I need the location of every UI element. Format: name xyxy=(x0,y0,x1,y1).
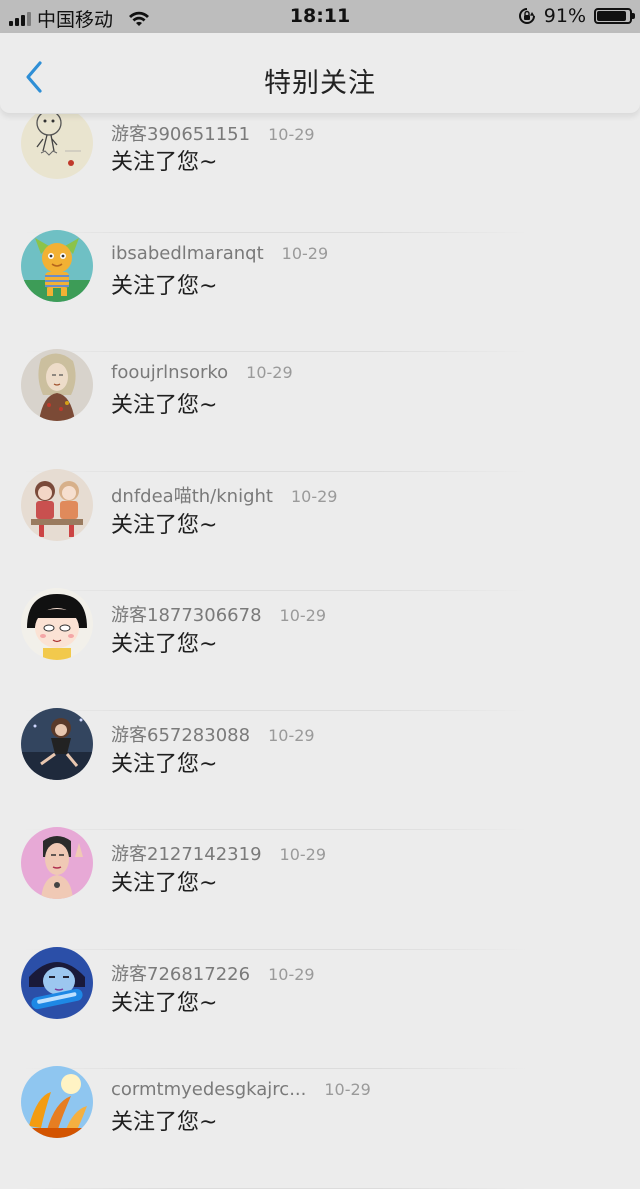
list-item[interactable]: ibsabedlmaranqt 10-29 关注了您~ xyxy=(0,229,640,353)
cartoon-cat-icon xyxy=(21,229,93,302)
avatar[interactable] xyxy=(21,468,93,541)
username[interactable]: cormtmyedesgkajrc... xyxy=(111,1079,306,1100)
list-item[interactable]: 游客2127142319 10-29 关注了您~ xyxy=(0,827,640,950)
battery-percent: 91% xyxy=(543,5,586,27)
avatar[interactable] xyxy=(21,707,93,780)
notification-meta: dnfdea喵th/knight 10-29 xyxy=(111,482,337,508)
username[interactable]: 游客2127142319 xyxy=(111,840,262,866)
list-item[interactable]: fooujrlnsorko 10-29 关注了您~ xyxy=(0,349,640,472)
username[interactable]: 游客726817226 xyxy=(111,960,250,986)
date: 10-29 xyxy=(246,363,293,382)
page-title: 特别关注 xyxy=(264,68,376,99)
message: 关注了您~ xyxy=(111,150,218,175)
date: 10-29 xyxy=(268,725,315,745)
anime-pair-icon xyxy=(21,468,93,541)
notification-meta: 游客726817226 10-29 xyxy=(111,960,315,986)
avatar[interactable] xyxy=(21,827,93,899)
notification-meta: ibsabedlmaranqt 10-29 xyxy=(111,243,328,264)
message: 关注了您~ xyxy=(111,512,218,538)
list-item[interactable]: 游客390651151 10-29 关注了您~ xyxy=(0,107,640,233)
list-item[interactable]: dnfdea喵th/knight 10-29 关注了您~ xyxy=(0,468,640,592)
notification-meta: 游客657283088 10-29 xyxy=(111,721,315,747)
battery-icon xyxy=(594,8,635,24)
date: 10-29 xyxy=(279,845,327,864)
avatar[interactable] xyxy=(21,229,93,302)
message: 关注了您~ xyxy=(111,751,218,777)
date: 10-29 xyxy=(281,243,329,263)
status-right: 91% xyxy=(518,5,635,27)
nav-bar: 特别关注 xyxy=(0,33,640,114)
orange-flowers-icon xyxy=(21,1066,93,1138)
username[interactable]: dnfdea喵th/knight xyxy=(111,482,273,508)
notification-meta: cormtmyedesgkajrc... 10-29 xyxy=(111,1079,371,1100)
date: 10-29 xyxy=(290,486,338,506)
notification-meta: fooujrlnsorko 10-29 xyxy=(111,362,293,383)
list-item[interactable]: 游客657283088 10-29 关注了您~ xyxy=(0,707,640,831)
list-item[interactable]: cormtmyedesgkajrc... 10-29 关注了您~ xyxy=(0,1066,640,1189)
sitting-girl-icon xyxy=(21,707,93,780)
list-item[interactable]: 游客1877306678 10-29 关注了您~ xyxy=(0,588,640,711)
sketch-figure-icon xyxy=(21,107,93,179)
chibi-maruko-icon xyxy=(21,588,93,660)
message: 关注了您~ xyxy=(111,990,218,1016)
notification-list: 游客390651151 10-29 关注了您~ ibsabedlmaranqt … xyxy=(0,107,640,1189)
notification-meta: 游客1877306678 10-29 xyxy=(111,601,326,627)
message: 关注了您~ xyxy=(111,632,218,657)
username[interactable]: fooujrlnsorko xyxy=(111,362,228,383)
notification-meta: 游客2127142319 10-29 xyxy=(111,840,326,866)
message: 关注了您~ xyxy=(111,393,218,418)
username[interactable]: 游客390651151 xyxy=(111,120,250,146)
username[interactable]: ibsabedlmaranqt xyxy=(111,243,264,264)
pink-portrait-icon xyxy=(21,827,93,899)
notification-meta: 游客390651151 10-29 xyxy=(111,120,315,146)
date: 10-29 xyxy=(268,964,315,984)
battery-fill xyxy=(597,11,626,21)
message: 关注了您~ xyxy=(111,1110,218,1135)
username[interactable]: 游客657283088 xyxy=(111,721,250,747)
avatar[interactable] xyxy=(21,946,93,1019)
list-item[interactable]: 游客726817226 10-29 关注了您~ xyxy=(0,946,640,1070)
blue-face-icon xyxy=(21,946,93,1019)
avatar[interactable] xyxy=(21,588,93,660)
avatar[interactable] xyxy=(21,1066,93,1138)
date: 10-29 xyxy=(279,606,327,625)
orientation-lock-icon xyxy=(518,8,535,24)
avatar[interactable] xyxy=(21,107,93,179)
status-bar: 中国移动 18:11 91% xyxy=(0,0,640,33)
date: 10-29 xyxy=(268,125,315,144)
username[interactable]: 游客1877306678 xyxy=(111,601,262,627)
message: 关注了您~ xyxy=(111,871,218,896)
avatar[interactable] xyxy=(21,349,93,421)
message: 关注了您~ xyxy=(111,273,218,299)
illustrated-girl-icon xyxy=(21,349,93,421)
date: 10-29 xyxy=(324,1080,371,1099)
